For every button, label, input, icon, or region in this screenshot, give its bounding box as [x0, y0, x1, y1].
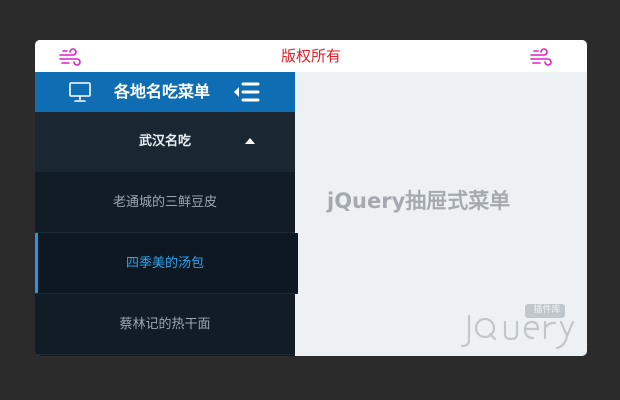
- logo-badge-text: 插件库: [533, 305, 561, 315]
- group-label: 武汉名吃: [138, 134, 191, 149]
- menu-item-active[interactable]: 四季美的汤包: [35, 233, 298, 294]
- app-window: 版权所有 各地名吃菜单 武汉名吃 老通城的三鲜豆皮 四季美的汤包 蔡林记的热干面…: [35, 40, 587, 356]
- menu-group-wuhan[interactable]: 武汉名吃: [35, 112, 295, 172]
- copyright-title: 版权所有: [280, 47, 341, 65]
- monitor-icon: [69, 82, 91, 102]
- menu-item[interactable]: 老通城的三鲜豆皮: [35, 172, 295, 233]
- menu-item[interactable]: 蔡林记的热干面: [35, 294, 295, 355]
- menu-item-label: 老通城的三鲜豆皮: [112, 195, 217, 210]
- menu-collapse-icon[interactable]: [232, 80, 260, 104]
- wind-icon: [530, 48, 552, 66]
- drawer-menu: 各地名吃菜单 武汉名吃 老通城的三鲜豆皮 四季美的汤包 蔡林记的热干面: [35, 72, 298, 356]
- menu-header: 各地名吃菜单: [35, 72, 295, 112]
- menu-item-label: 蔡林记的热干面: [119, 317, 211, 332]
- page-heading: jQuery抽屉式菜单: [327, 189, 511, 213]
- menu-title: 各地名吃菜单: [114, 82, 211, 101]
- caret-up-icon: [245, 138, 255, 144]
- top-bar: 版权所有: [35, 40, 587, 72]
- menu-item-label: 四季美的汤包: [125, 256, 204, 271]
